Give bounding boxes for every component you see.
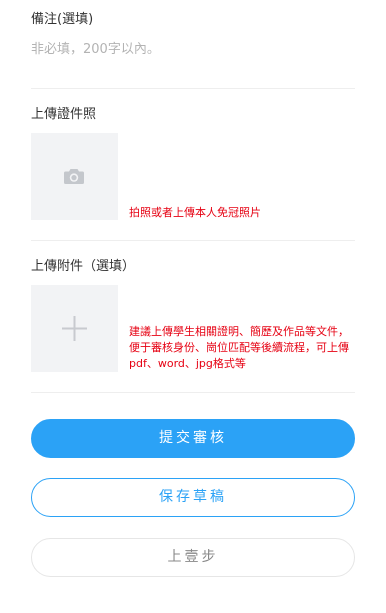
- save-draft-button[interactable]: 保存草稿: [31, 478, 355, 517]
- plus-icon: [62, 316, 87, 341]
- submit-review-button[interactable]: 提交審核: [31, 419, 355, 458]
- divider: [31, 392, 355, 393]
- remark-label: 備注(選填): [31, 12, 94, 27]
- registration-form-page: 備注(選填) 上傳證件照 拍照或者上傳本人免冠照片 上傳附件（選填） 建議上傳學…: [0, 0, 386, 613]
- previous-step-button[interactable]: 上壹步: [31, 538, 355, 577]
- attachment-upload-button[interactable]: [31, 285, 118, 372]
- id-photo-upload-button[interactable]: [31, 133, 118, 220]
- divider: [31, 240, 355, 241]
- camera-icon: [64, 169, 84, 184]
- id-photo-label: 上傳證件照: [31, 107, 97, 122]
- remark-input[interactable]: [31, 39, 351, 59]
- attachment-hint: 建議上傳學生相關證明、簡歷及作品等文件，便于審核身份、崗位匹配等後續流程，可上傳…: [129, 325, 349, 370]
- divider: [31, 88, 355, 89]
- attachment-label: 上傳附件（選填）: [31, 259, 136, 274]
- id-photo-hint: 拍照或者上傳本人免冠照片: [129, 206, 261, 219]
